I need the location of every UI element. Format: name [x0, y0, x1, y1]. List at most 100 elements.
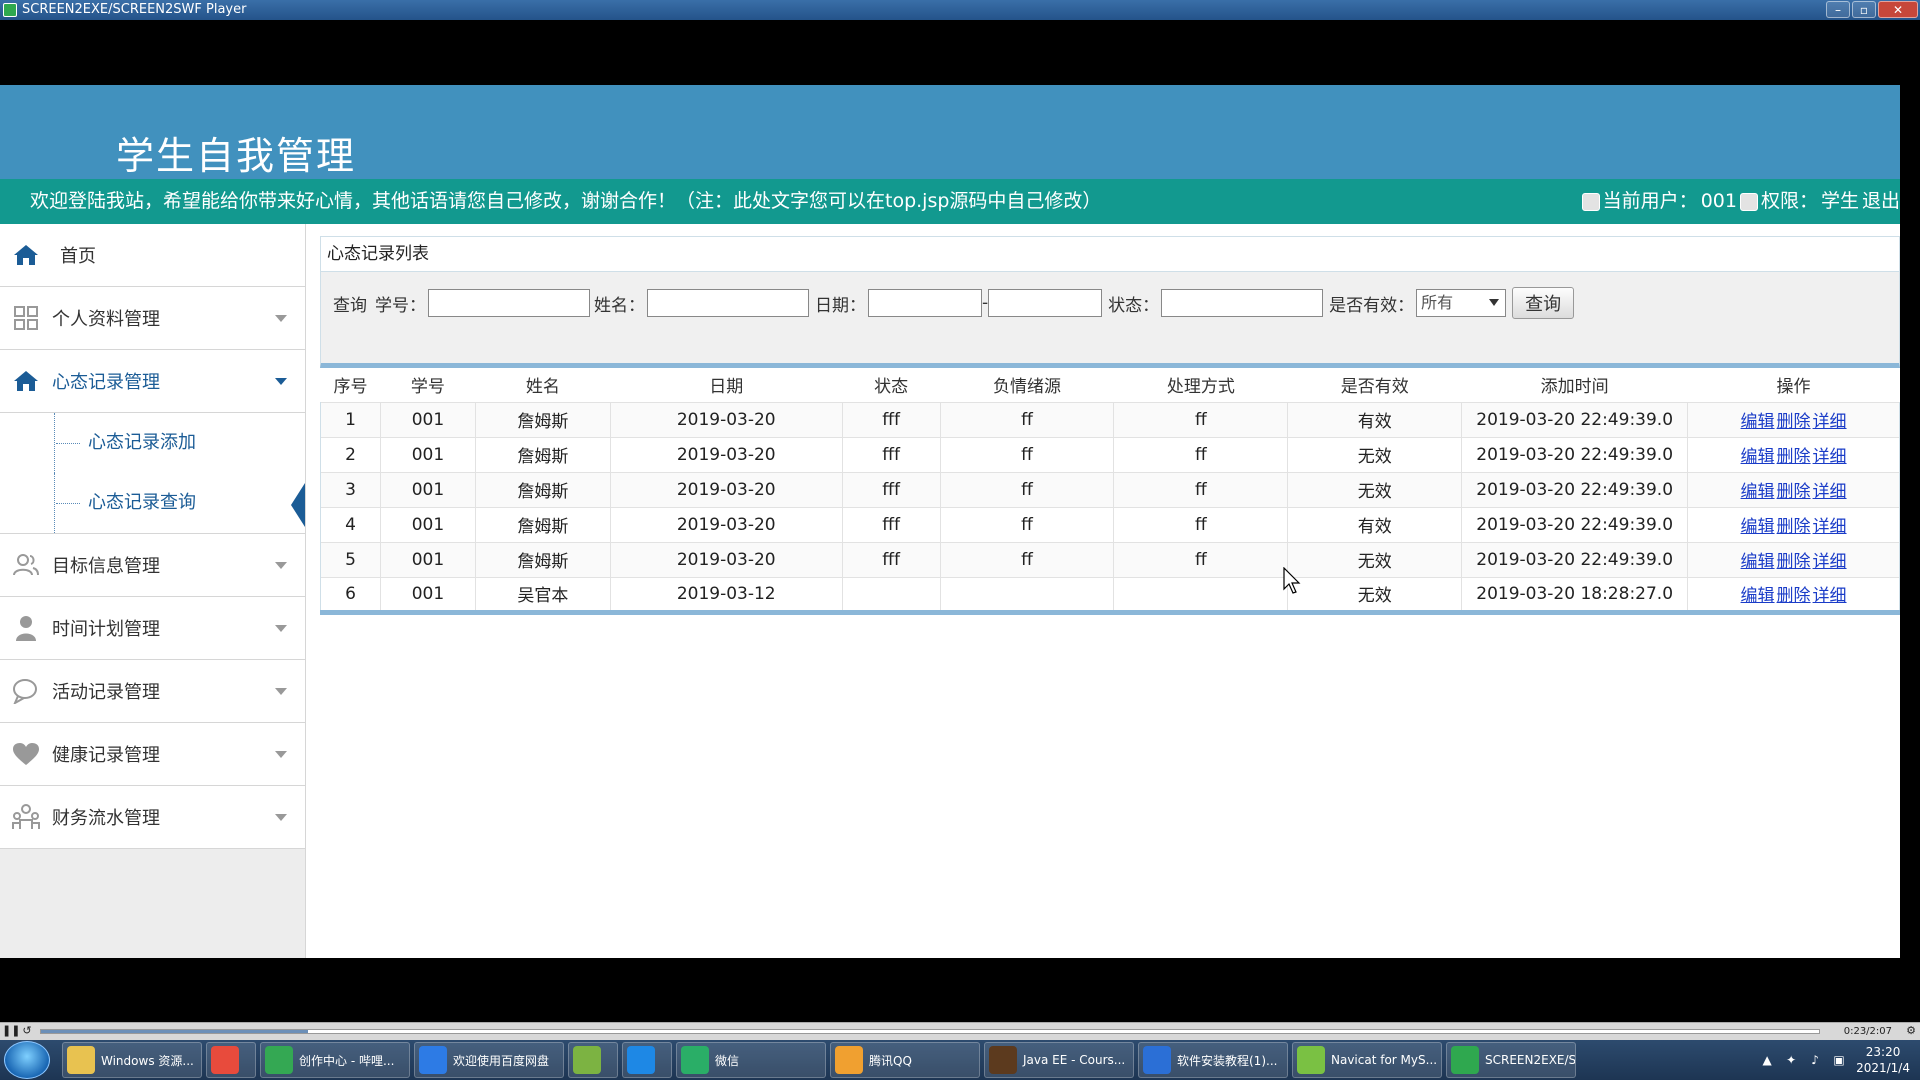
window-title: SCREEN2EXE/SCREEN2SWF Player — [22, 2, 247, 17]
detail-link[interactable]: 详细 — [1813, 552, 1847, 572]
edit-link[interactable]: 编辑 — [1741, 517, 1775, 537]
detail-link[interactable]: 详细 — [1813, 447, 1847, 467]
student-id-label: 学号： — [375, 295, 426, 316]
cell-source: ff — [939, 541, 1114, 577]
taskbar-item[interactable]: 软件安装教程(1)... — [1138, 1042, 1288, 1078]
taskbar-item[interactable]: 腾讯QQ — [830, 1042, 980, 1078]
table-row: 3 001 詹姆斯 2019-03-20 fff ff ff 无效 2019-03-20 22:… — [320, 471, 1900, 507]
delete-link[interactable]: 删除 — [1777, 552, 1811, 572]
subitem-label: 心态记录添加 — [88, 432, 196, 453]
rewind-icon[interactable]: ↺ — [20, 1024, 34, 1038]
sidebar-item-home[interactable]: 首页 — [0, 224, 305, 287]
sidebar-item-time-plan[interactable]: 时间计划管理 — [0, 597, 305, 660]
clock[interactable]: 23:20 2021/1/4 — [1856, 1044, 1910, 1076]
detail-link[interactable]: 详细 — [1813, 412, 1847, 432]
grid-icon — [12, 304, 40, 332]
cell-no: 2 — [320, 436, 381, 472]
maximize-button[interactable]: ▫ — [1852, 1, 1876, 18]
cell-no: 6 — [320, 576, 381, 612]
tray-expand-icon[interactable]: ▲ — [1760, 1053, 1774, 1067]
tray-app-icon[interactable]: ✦ — [1784, 1053, 1798, 1067]
cell-method — [1113, 576, 1288, 612]
sidebar-item-label: 个人资料管理 — [52, 309, 160, 330]
logout-link[interactable]: 退出 — [1862, 179, 1900, 224]
date-end-input[interactable] — [988, 289, 1103, 317]
taskbar-item[interactable] — [622, 1042, 672, 1078]
minimize-button[interactable]: – — [1826, 1, 1850, 18]
taskbar-app-icon — [835, 1046, 863, 1074]
name-input[interactable] — [647, 289, 809, 317]
taskbar-app-icon — [573, 1046, 601, 1074]
cell-added: 2019-03-20 22:49:39.0 — [1461, 436, 1688, 472]
sidebar-item-mood[interactable]: 心态记录管理 — [0, 350, 305, 413]
seek-slider[interactable] — [40, 1029, 1820, 1034]
taskbar-app-icon — [1451, 1046, 1479, 1074]
delete-link[interactable]: 删除 — [1777, 517, 1811, 537]
start-button[interactable] — [4, 1041, 50, 1079]
settings-icon[interactable]: ⚙ — [1904, 1024, 1918, 1038]
cell-valid: 有效 — [1287, 401, 1462, 437]
permission-icon — [1739, 192, 1758, 211]
sidebar-item-goals[interactable]: 目标信息管理 — [0, 534, 305, 597]
close-button[interactable]: ✕ — [1878, 1, 1918, 18]
cell-date: 2019-03-20 — [609, 471, 843, 507]
cell-source: ff — [939, 436, 1114, 472]
date-start-input[interactable] — [868, 289, 982, 317]
sidebar-item-profile[interactable]: 个人资料管理 — [0, 287, 305, 350]
taskbar-item[interactable]: 欢迎使用百度网盘 — [414, 1042, 564, 1078]
taskbar-item[interactable]: Java EE - Cours... — [984, 1042, 1134, 1078]
cell-valid: 无效 — [1287, 576, 1462, 612]
edit-link[interactable]: 编辑 — [1741, 552, 1775, 572]
cell-valid: 无效 — [1287, 436, 1462, 472]
detail-link[interactable]: 详细 — [1813, 517, 1847, 537]
cell-status: fff — [841, 541, 941, 577]
student-id-input[interactable] — [428, 289, 590, 317]
taskbar-item-label: Windows 资源... — [101, 1053, 194, 1068]
edit-link[interactable]: 编辑 — [1741, 482, 1775, 502]
player-control-bar: ❚❚ ↺ 0:23/2:07 ⚙ — [0, 1022, 1920, 1040]
delete-link[interactable]: 删除 — [1777, 412, 1811, 432]
clock-time: 23:20 — [1865, 1045, 1901, 1059]
edit-link[interactable]: 编辑 — [1741, 412, 1775, 432]
cell-method: ff — [1113, 471, 1288, 507]
cell-actions: 编辑 删除 详细 — [1687, 541, 1900, 577]
detail-link[interactable]: 详细 — [1813, 586, 1847, 606]
dropdown-arrow-icon — [1489, 299, 1500, 306]
subitem-label: 心态记录查询 — [88, 492, 196, 513]
table-row: 4 001 詹姆斯 2019-03-20 fff ff ff 有效 2019-03-20 22:… — [320, 506, 1900, 542]
volume-icon[interactable]: ♪ — [1808, 1053, 1822, 1067]
taskbar-item[interactable]: 创作中心 - 哔哩... — [260, 1042, 410, 1078]
sidebar-subitem-mood-add[interactable]: 心态记录添加 — [0, 413, 305, 473]
cell-status: fff — [841, 506, 941, 542]
valid-select[interactable]: 所有 — [1416, 289, 1507, 317]
status-input[interactable] — [1161, 289, 1324, 317]
current-user-label: 当前用户： — [1602, 190, 1698, 212]
taskbar-items: Windows 资源... 创作中心 - 哔哩... 欢迎使用百度网盘 微信 腾讯QQ J… — [62, 1042, 1576, 1078]
taskbar-item[interactable]: SCREEN2EXE/S... — [1446, 1042, 1576, 1078]
taskbar-item[interactable]: 微信 — [676, 1042, 826, 1078]
cell-source — [939, 576, 1114, 612]
search-button[interactable]: 查询 — [1512, 287, 1575, 319]
detail-link[interactable]: 详细 — [1813, 482, 1847, 502]
sidebar-item-health[interactable]: 健康记录管理 — [0, 723, 305, 786]
network-icon[interactable]: ▣ — [1832, 1053, 1846, 1067]
heart-icon — [12, 740, 40, 768]
edit-link[interactable]: 编辑 — [1741, 447, 1775, 467]
taskbar-item[interactable] — [568, 1042, 618, 1078]
taskbar-item[interactable] — [206, 1042, 256, 1078]
cell-name: 詹姆斯 — [474, 471, 611, 507]
sidebar-subitem-mood-query[interactable]: 心态记录查询 — [0, 473, 305, 533]
sidebar-item-finance[interactable]: 财务流水管理 — [0, 786, 305, 849]
col-header: 负情绪源 — [940, 368, 1114, 402]
taskbar-item[interactable]: Windows 资源... — [62, 1042, 202, 1078]
edit-link[interactable]: 编辑 — [1741, 586, 1775, 606]
taskbar-item[interactable]: Navicat for MyS... — [1292, 1042, 1442, 1078]
pause-icon[interactable]: ❚❚ — [2, 1024, 20, 1038]
delete-link[interactable]: 删除 — [1777, 482, 1811, 502]
taskbar-item-label: 欢迎使用百度网盘 — [453, 1053, 550, 1068]
delete-link[interactable]: 删除 — [1777, 447, 1811, 467]
cell-date: 2019-03-20 — [609, 401, 843, 437]
user-icon — [1581, 192, 1600, 211]
sidebar-item-activity[interactable]: 活动记录管理 — [0, 660, 305, 723]
delete-link[interactable]: 删除 — [1777, 586, 1811, 606]
